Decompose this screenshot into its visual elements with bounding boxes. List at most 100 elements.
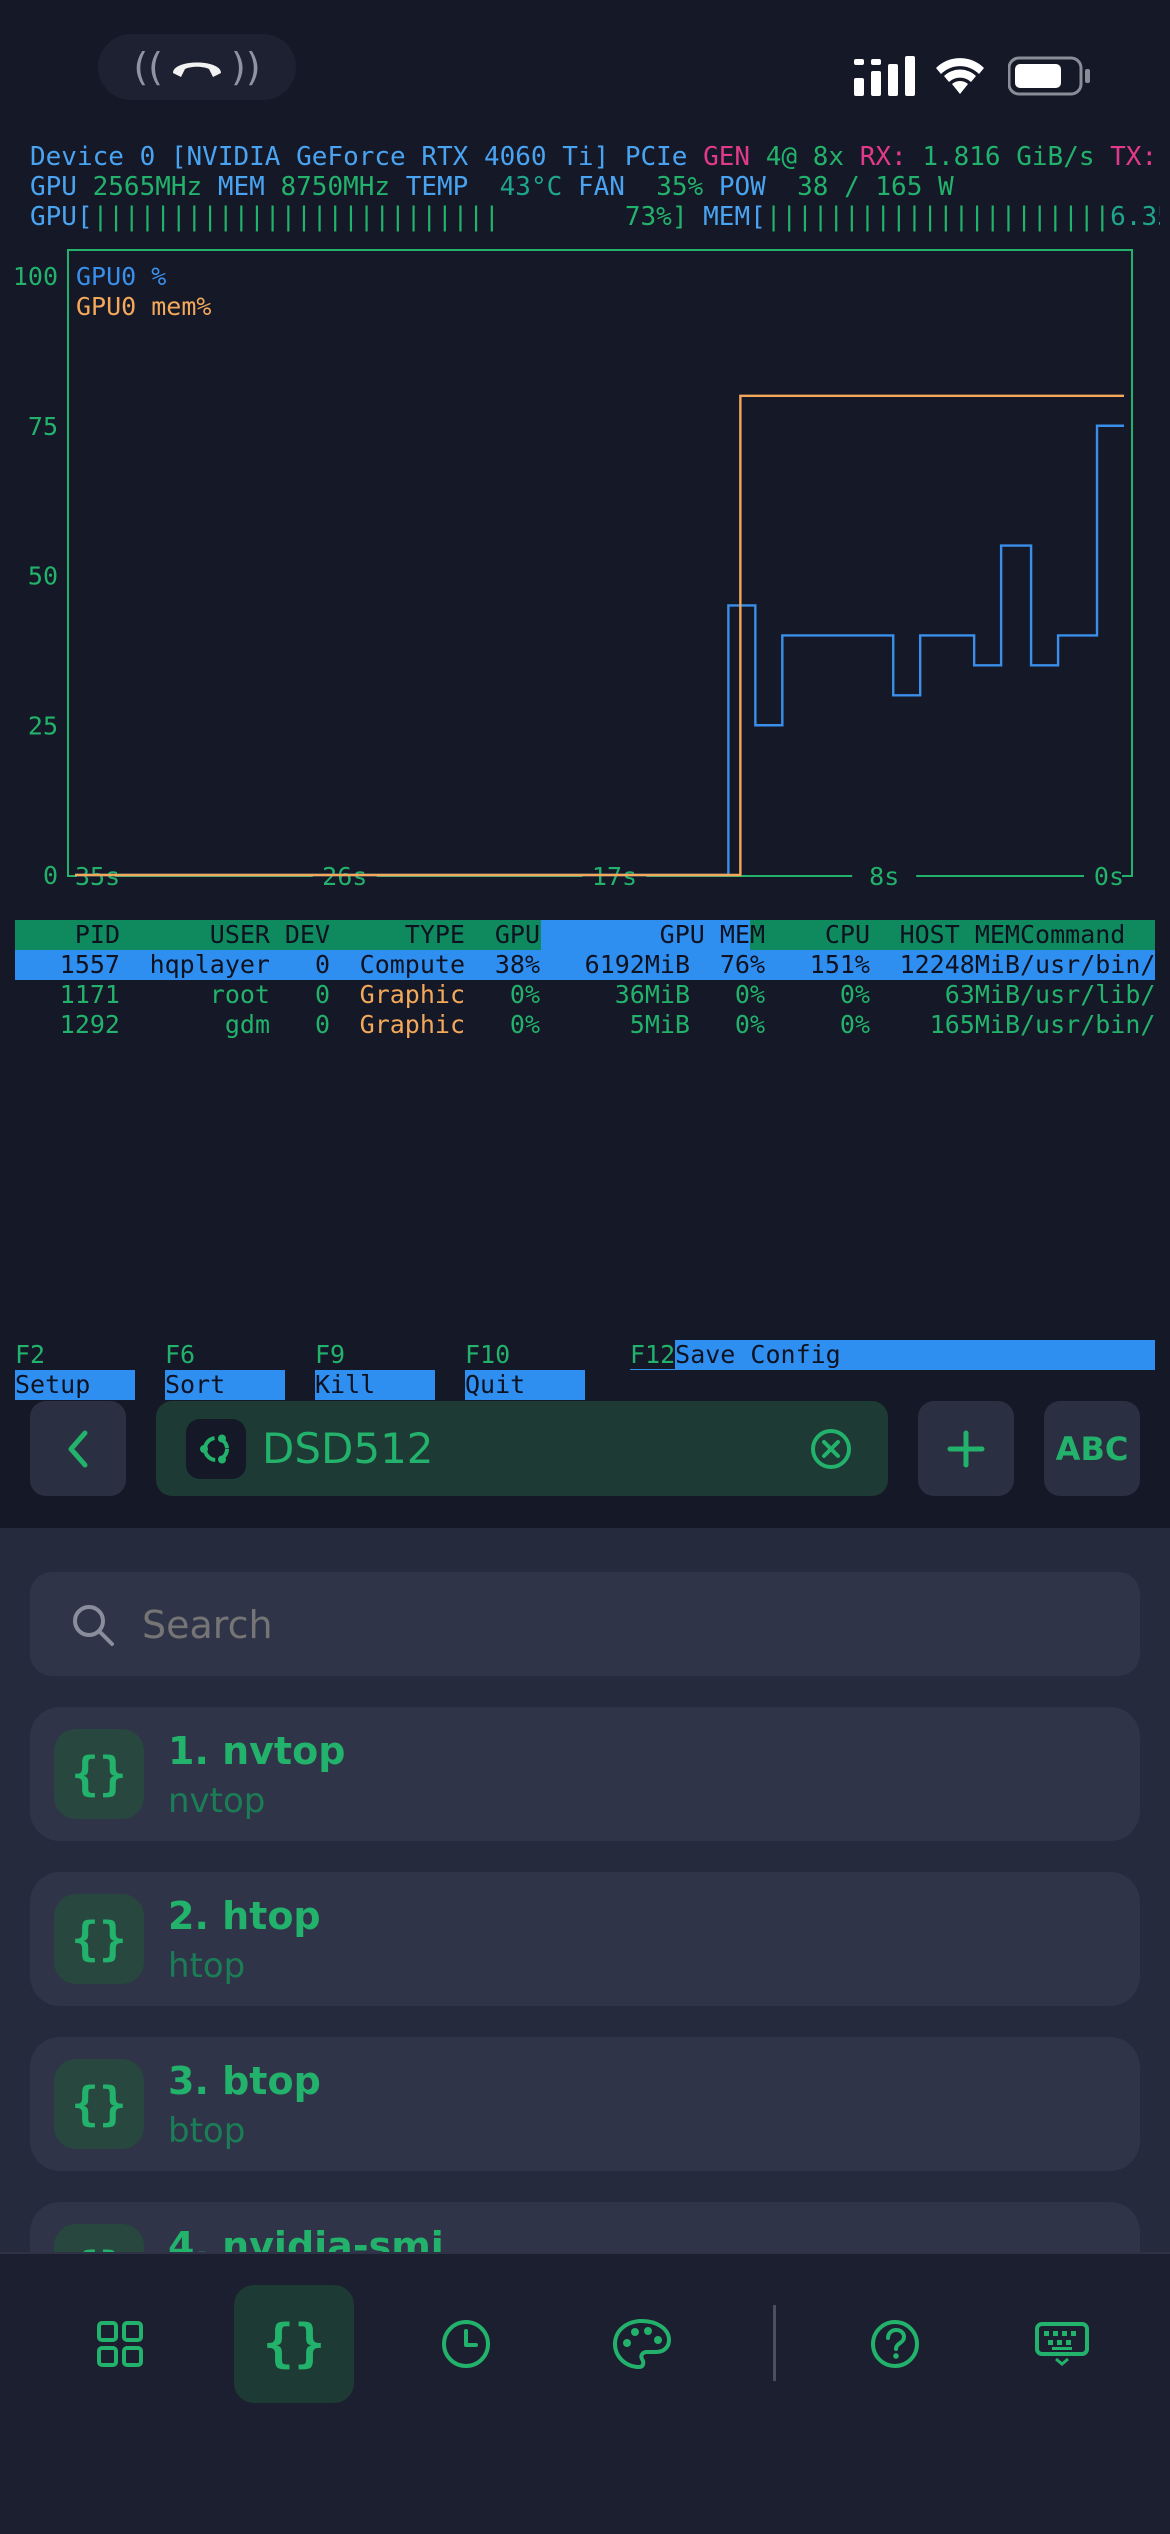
process-row[interactable]: 1171 root 0 Graphic 0% 36MiB 0% 0% 63MiB/usr/lib… — [15, 980, 1156, 1010]
back-button[interactable] — [30, 1401, 126, 1496]
process-cpu: 0% — [839, 980, 870, 1009]
y-tick-label: 100 — [13, 262, 58, 291]
host-name: DSD512 — [262, 1424, 434, 1473]
process-host-mem: 12248MiB — [899, 950, 1020, 979]
header-host-mem[interactable]: HOST MEM — [870, 920, 1020, 950]
snippet-item[interactable]: {} 2. htop htop — [30, 1872, 1140, 2006]
x-tick-label: 0s — [1094, 862, 1124, 891]
process-command: /usr/bin/ — [1020, 950, 1156, 979]
gpu-usage-chart: 100 75 50 25 0 35s 26s 17s 8s 0s GPU0 %GPU0 mem% — [13, 249, 1133, 891]
process-dev: 0 — [314, 1010, 330, 1039]
call-indicator-pill[interactable]: (( )) — [98, 34, 296, 100]
clock-info-line: GPU 2565MHz MEM 8750MHz TEMP 43°C FAN 35… — [30, 172, 954, 202]
snippet-command: htop — [168, 1946, 246, 1986]
history-icon[interactable] — [406, 2285, 526, 2403]
palette-icon[interactable] — [582, 2285, 702, 2403]
header-command[interactable]: Command — [1020, 920, 1155, 950]
y-tick-label: 25 — [28, 711, 58, 740]
process-cpu: 151% — [809, 950, 870, 979]
gpu-clock-value: 2565MHz — [92, 172, 203, 202]
gen-value: 4@ 8x — [765, 142, 845, 172]
process-row[interactable]: 1292 gdm 0 Graphic 0% 5MiB 0% 0% 165MiB/usr/bin/ — [15, 1010, 1156, 1040]
header-gpu[interactable]: GPU — [465, 920, 540, 950]
process-gpu-mem: 36MiB — [614, 980, 690, 1009]
snippet-braces-icon: {} — [54, 2059, 144, 2149]
header-user[interactable]: USER — [120, 920, 270, 950]
mem-clock-label: MEM — [217, 172, 265, 202]
fkey-kill[interactable]: F9Kill — [315, 1340, 465, 1400]
mem-clock-value: 8750MHz — [280, 172, 391, 202]
process-host-mem: 165MiB — [929, 1010, 1020, 1039]
tx-label: TX: — [1110, 142, 1158, 172]
keyboard-icon[interactable] — [1002, 2285, 1122, 2403]
y-tick-label: 75 — [28, 412, 58, 441]
header-pid[interactable]: PID — [15, 920, 120, 950]
process-dev: 0 — [314, 950, 330, 979]
snippets-icon[interactable]: {} — [234, 2285, 354, 2403]
keyboard-mode-button[interactable]: ABC — [1044, 1401, 1140, 1496]
plus-icon — [947, 1430, 985, 1467]
call-wave-left: (( — [133, 45, 163, 89]
header-type[interactable]: TYPE — [330, 920, 465, 950]
process-row[interactable]: 1557 hqplayer 0 Compute 38% 6192MiB 76% 151% 122… — [15, 950, 1155, 980]
snippet-title: 3. btop — [168, 2059, 321, 2103]
ubuntu-icon — [186, 1419, 246, 1479]
process-gpu-mem: 6192MiB — [584, 950, 690, 979]
help-icon[interactable] — [835, 2285, 955, 2403]
process-pid: 1292 — [59, 1010, 120, 1039]
x-tick-label: 35s — [75, 862, 120, 891]
process-pid: 1557 — [59, 950, 120, 979]
snippet-title: 4. nvidia-smi — [168, 2224, 444, 2252]
legend-entry: GPU0 mem% — [76, 292, 211, 321]
fan-value: 35% — [656, 172, 704, 202]
search-icon — [73, 1605, 114, 1646]
header-cpu[interactable]: CPU — [765, 920, 870, 950]
process-type: Graphic — [359, 1010, 465, 1039]
header-dev[interactable]: DEV — [270, 920, 330, 950]
gpu-usage-value: 73%] — [624, 202, 688, 232]
header-gpu-mem[interactable]: GPU MEM — [540, 920, 765, 950]
temp-value: 43°C — [499, 172, 563, 202]
search-field[interactable] — [30, 1572, 1140, 1676]
gpu-usage-bar: |||||||||||||||||||||||||| — [92, 202, 500, 232]
process-mem-pct: 0% — [734, 980, 765, 1009]
snippet-item[interactable]: {} 4. nvidia-smi — [30, 2202, 1140, 2252]
host-selector-field[interactable]: DSD512 — [156, 1401, 888, 1496]
legend-entry: GPU0 % — [76, 262, 166, 291]
snippet-title: 2. htop — [168, 1894, 321, 1938]
phone-call-icon — [173, 62, 221, 77]
process-gpu: 0% — [509, 1010, 540, 1039]
toolbar-divider — [773, 2305, 776, 2381]
process-host-mem: 63MiB — [944, 980, 1020, 1009]
pcie-label: PCIe — [624, 142, 688, 172]
snippet-item[interactable]: {} 1. nvtop nvtop — [30, 1707, 1140, 1841]
clear-circle-icon[interactable] — [810, 1428, 852, 1470]
snippet-item[interactable]: {} 3. btop btop — [30, 2037, 1140, 2171]
snippet-title: 1. nvtop — [168, 1729, 346, 1773]
y-tick-label: 50 — [28, 562, 58, 591]
fkey-quit[interactable]: F10Quit — [465, 1340, 630, 1400]
add-button[interactable] — [918, 1401, 1014, 1496]
pow-value: 38 / 165 W — [797, 172, 954, 202]
fkey-save-config[interactable]: F12Save Config — [630, 1340, 1155, 1370]
process-dev: 0 — [314, 980, 330, 1009]
rx-value: 1.816 GiB/s — [922, 142, 1095, 172]
search-input[interactable] — [140, 1594, 1094, 1656]
grid-icon[interactable] — [60, 2285, 180, 2403]
fkey-sort[interactable]: F6Sort — [165, 1340, 315, 1400]
fan-label: FAN — [577, 172, 625, 202]
snippet-command: nvtop — [168, 1781, 266, 1821]
process-command: /usr/lib/ — [1020, 980, 1156, 1009]
battery-icon — [1008, 56, 1090, 96]
fkey-setup[interactable]: F2Setup — [15, 1340, 165, 1400]
device-info-line: Device 0 [NVIDIA GeForce RTX 4060 Ti] PC… — [30, 142, 1170, 172]
wifi-icon — [936, 58, 984, 94]
rx-label: RX: — [859, 142, 907, 172]
process-command: /usr/bin/ — [1020, 1010, 1156, 1039]
chart-frame-border — [67, 249, 1133, 877]
process-user: gdm — [224, 1010, 270, 1039]
process-cpu: 0% — [839, 1010, 870, 1039]
process-gpu-mem: 5MiB — [629, 1010, 690, 1039]
call-wave-right: )) — [231, 45, 261, 89]
process-table-header-row[interactable]: PID USER DEV TYPE GPU GPU MEM CPU HOST M… — [15, 920, 1155, 950]
